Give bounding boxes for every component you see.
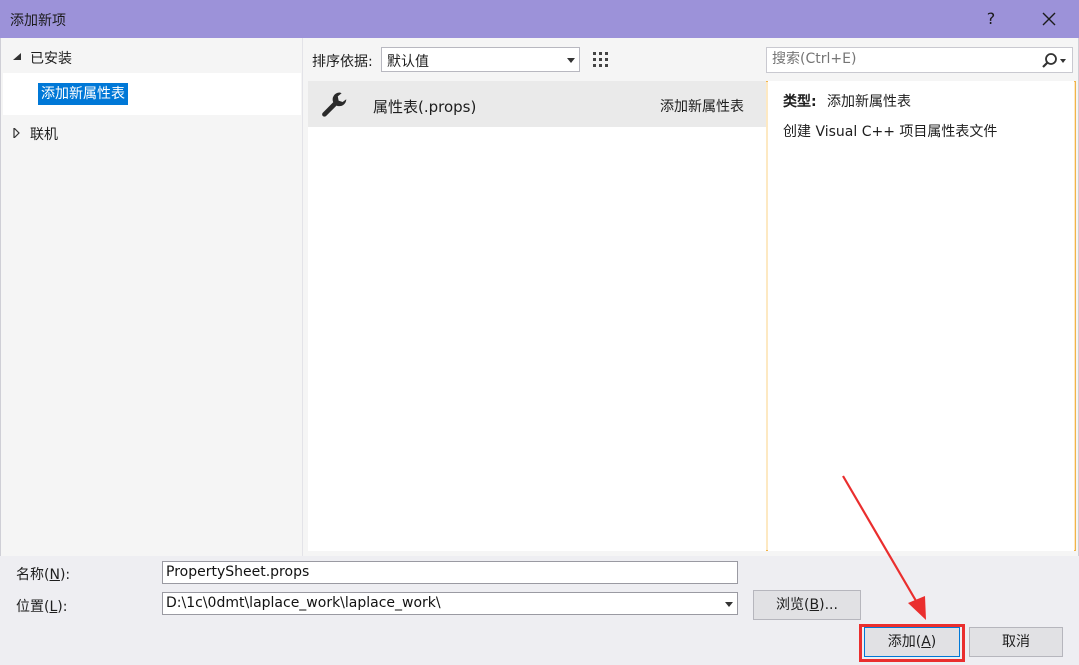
search-icon[interactable] bbox=[1039, 52, 1069, 70]
sort-label: 排序依据: bbox=[312, 54, 373, 70]
tree-item-installed[interactable]: 已安装 bbox=[3, 40, 301, 74]
title-bar: 添加新项 ? bbox=[0, 0, 1079, 38]
annotation-highlight-box bbox=[859, 624, 965, 662]
location-input[interactable] bbox=[166, 595, 716, 611]
list-item[interactable]: 属性表(.props) 添加新属性表 bbox=[308, 81, 766, 127]
tree-item-add-property-sheet[interactable]: 添加新属性表 bbox=[3, 73, 301, 115]
dropdown-arrow-icon bbox=[567, 58, 575, 63]
type-value: 添加新属性表 bbox=[827, 94, 911, 110]
name-field[interactable] bbox=[162, 561, 738, 584]
search-box[interactable] bbox=[766, 47, 1073, 73]
tree-item-label: 联机 bbox=[30, 127, 58, 143]
close-icon bbox=[1042, 12, 1056, 26]
grid-view-button[interactable] bbox=[587, 46, 614, 73]
name-input[interactable] bbox=[166, 564, 716, 580]
expanded-arrow-icon bbox=[13, 53, 21, 60]
type-label: 类型: bbox=[783, 94, 817, 110]
close-button[interactable] bbox=[1034, 4, 1064, 34]
template-list: 属性表(.props) 添加新属性表 bbox=[308, 81, 766, 551]
location-field[interactable] bbox=[162, 592, 738, 615]
browse-button[interactable]: 浏览(B)... bbox=[753, 590, 861, 620]
item-name: 属性表(.props) bbox=[373, 98, 477, 116]
category-tree: 已安装 添加新属性表 联机 bbox=[3, 38, 303, 556]
tree-item-online[interactable]: 联机 bbox=[3, 116, 301, 150]
tree-item-label: 添加新属性表 bbox=[38, 83, 128, 105]
location-label: 位置(L): bbox=[16, 599, 68, 615]
sort-value: 默认值 bbox=[387, 54, 429, 70]
sort-dropdown[interactable]: 默认值 bbox=[381, 47, 580, 72]
details-pane: 类型: 添加新属性表 创建 Visual C++ 项目属性表文件 bbox=[768, 81, 1074, 551]
item-category: 添加新属性表 bbox=[660, 99, 744, 115]
search-input[interactable] bbox=[772, 51, 1032, 67]
main-area: 已安装 添加新属性表 联机 排序依据: 默认值 搜索(Ctrl+E) 属性表(.… bbox=[0, 38, 1079, 556]
dropdown-arrow-icon[interactable] bbox=[725, 602, 733, 607]
wrench-icon bbox=[322, 92, 347, 117]
help-button[interactable]: ? bbox=[976, 4, 1006, 34]
tree-item-label: 已安装 bbox=[30, 51, 72, 67]
name-label: 名称(N): bbox=[16, 567, 71, 583]
cancel-button[interactable]: 取消 bbox=[969, 627, 1063, 657]
grid-view-icon bbox=[593, 52, 608, 67]
item-description: 创建 Visual C++ 项目属性表文件 bbox=[783, 124, 998, 140]
collapsed-arrow-icon bbox=[13, 128, 20, 138]
window-title: 添加新项 bbox=[10, 13, 66, 29]
